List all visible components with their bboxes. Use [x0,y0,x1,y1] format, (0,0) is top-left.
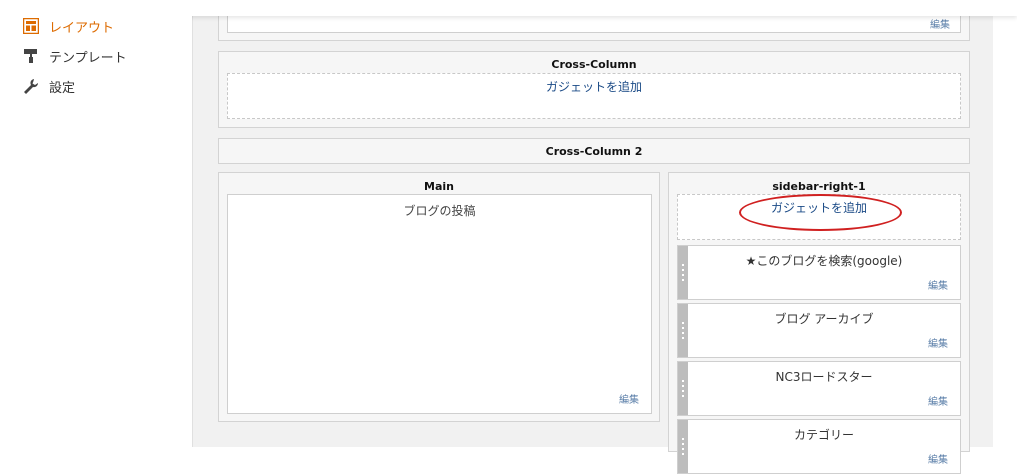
cross-column-2-section: Cross-Column 2 [218,138,970,164]
gadget-widget[interactable]: ★このブログを検索(google) 編集 [677,245,961,300]
cross-column-section: Cross-Column ガジェットを追加 [218,51,970,128]
nav-item-settings[interactable]: 設定 [22,75,75,97]
nav-item-layout[interactable]: レイアウト [22,15,114,37]
layout-icon [22,17,40,35]
drag-handle[interactable] [678,362,688,415]
gadget-widget[interactable]: NC3ロードスター 編集 [677,361,961,416]
section-title: Cross-Column 2 [545,145,643,158]
add-gadget-area[interactable]: ガジェットを追加 [227,73,961,119]
gadget-title: ★このブログを検索(google) [745,254,903,268]
blog-posts-widget: ブログの投稿 編集 [227,194,652,414]
edit-link[interactable]: 編集 [928,335,948,350]
gadget-widget[interactable]: ブログ アーカイブ 編集 [677,303,961,358]
edit-link[interactable]: 編集 [930,16,950,31]
gadget-title: ブログ アーカイブ [774,312,874,326]
sidebar-nav: レイアウト テンプレート 設定 [0,0,192,447]
section-title: sidebar-right-1 [772,180,866,193]
edit-link[interactable]: 編集 [928,393,948,408]
highlight-annotation [739,194,902,231]
gadget-title: NC3ロードスター [775,370,873,384]
layout-canvas: 編集 Cross-Column ガジェットを追加 Cross-Column 2 … [192,0,993,474]
nav-item-label: レイアウト [49,20,115,36]
paint-roller-icon [22,47,40,65]
wrench-icon [22,77,40,95]
gadget-title: カテゴリー [793,428,854,442]
add-gadget-link[interactable]: ガジェットを追加 [228,78,960,95]
drag-handle[interactable] [678,246,688,299]
blog-posts-title: ブログの投稿 [403,204,476,218]
drag-handle[interactable] [678,304,688,357]
right-margin [993,0,1017,447]
edit-link[interactable]: 編集 [928,451,948,466]
edit-link[interactable]: 編集 [619,391,639,406]
section-title: Main [424,180,454,193]
nav-item-label: 設定 [49,80,76,96]
main-section: Main ブログの投稿 編集 [218,172,660,422]
section-title: Cross-Column [551,58,637,71]
edit-link[interactable]: 編集 [928,277,948,292]
nav-item-label: テンプレート [49,50,127,66]
nav-item-template[interactable]: テンプレート [22,45,127,67]
